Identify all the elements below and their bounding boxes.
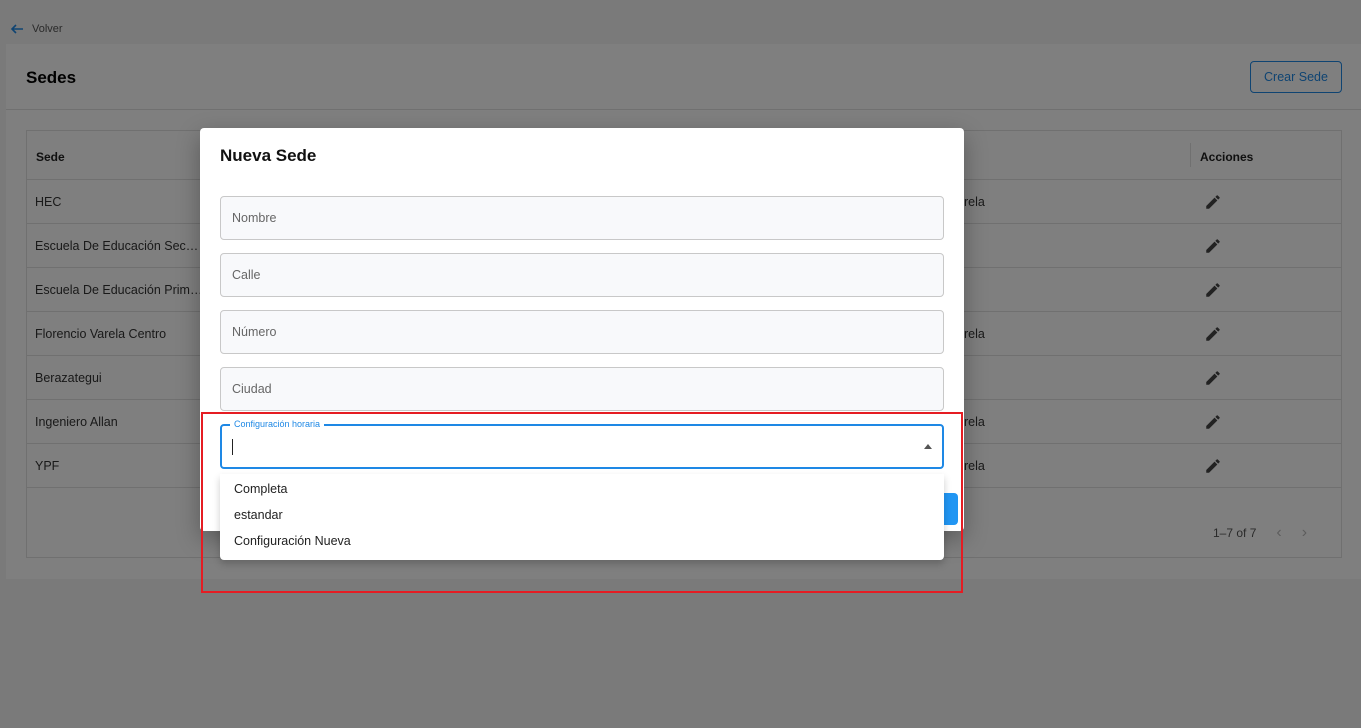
numero-field[interactable] [220, 310, 944, 354]
ciudad-input[interactable] [221, 368, 943, 410]
nombre-field[interactable] [220, 196, 944, 240]
nombre-input[interactable] [221, 197, 943, 239]
calle-field[interactable] [220, 253, 944, 297]
dialog-title: Nueva Sede [220, 146, 317, 165]
numero-input[interactable] [221, 311, 943, 353]
calle-input[interactable] [221, 254, 943, 296]
highlight-frame [201, 412, 963, 593]
ciudad-field[interactable] [220, 367, 944, 411]
